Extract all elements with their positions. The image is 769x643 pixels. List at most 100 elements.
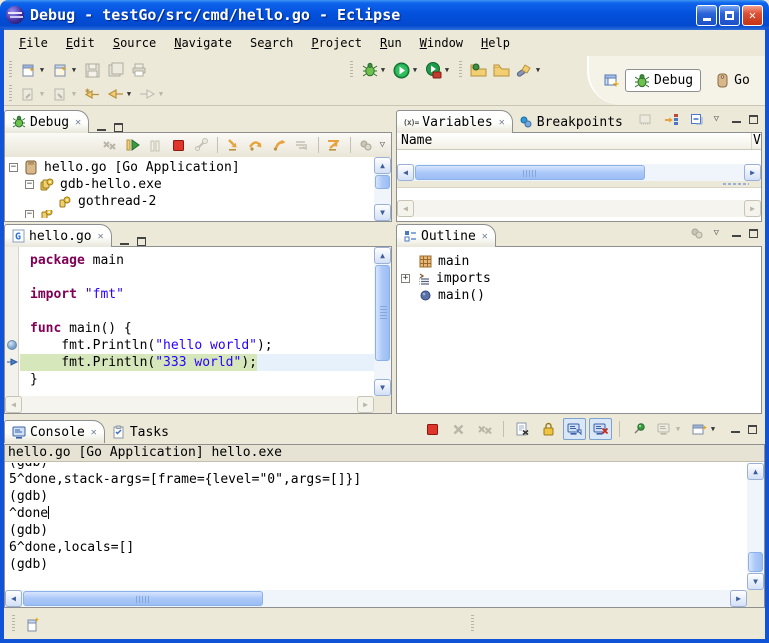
use-step-filters-button[interactable] [323, 134, 346, 156]
forward-button[interactable]: ▼ [136, 83, 168, 105]
toolbar-grip[interactable] [9, 85, 12, 103]
debug-vertical-scrollbar[interactable]: ▲ ▼ [374, 157, 391, 221]
open-folder-button[interactable] [490, 59, 513, 81]
toolbar-grip[interactable] [9, 61, 12, 79]
perspective-debug-button[interactable]: Debug [625, 69, 701, 92]
menu-run[interactable]: Run [371, 33, 411, 53]
menu-search[interactable]: Search [241, 33, 302, 53]
breakpoint-icon[interactable] [7, 340, 17, 350]
dropdown-arrow-icon[interactable]: ▼ [125, 90, 133, 98]
drop-to-frame-button[interactable] [291, 134, 314, 156]
scrollbar-thumb[interactable] [375, 175, 390, 189]
scrollbar-thumb[interactable] [748, 552, 763, 572]
maximize-view-button[interactable] [747, 227, 760, 239]
new-wizard-button[interactable]: ✦▼ [17, 59, 49, 81]
open-task-button[interactable] [467, 59, 490, 81]
console-vertical-scrollbar[interactable]: ▲ ▼ [747, 463, 764, 590]
show-stderr-toggle[interactable] [589, 418, 612, 440]
view-menu-chevron-icon[interactable]: ▽ [378, 140, 387, 150]
dropdown-arrow-icon[interactable]: ▼ [709, 425, 717, 433]
scroll-left-button[interactable]: ◀ [5, 590, 22, 607]
variables-detail-pane[interactable] [397, 187, 761, 200]
editor-vertical-scrollbar[interactable]: ▲ ▼ [374, 247, 391, 396]
dropdown-arrow-icon[interactable]: ▼ [534, 66, 542, 74]
pin-console-button[interactable] [627, 418, 650, 440]
column-header-value[interactable]: V [751, 133, 761, 149]
code-line[interactable]: fmt.Println("333 world"); [20, 354, 374, 371]
breakpoints-tab[interactable]: Breakpoints [513, 110, 631, 133]
menu-project[interactable]: Project [302, 33, 371, 53]
maximize-view-button[interactable] [746, 423, 759, 435]
run-button[interactable]: ▼ [390, 59, 422, 81]
variables-tab[interactable]: (x)= Variables ✕ [396, 110, 513, 133]
scroll-up-button[interactable]: ▲ [747, 463, 764, 480]
minimize-view-button[interactable] [730, 113, 743, 125]
expand-expander-icon[interactable]: + [401, 274, 410, 283]
last-edit-location-button[interactable]: ✱ [81, 83, 104, 105]
menu-edit[interactable]: Edit [57, 33, 104, 53]
code-line[interactable] [20, 303, 374, 320]
show-stdout-toggle[interactable] [563, 418, 586, 440]
menu-help[interactable]: Help [472, 33, 519, 53]
menu-source[interactable]: Source [104, 33, 165, 53]
editor-tab-hello-go[interactable]: G hello.go ✕ [4, 224, 112, 247]
terminate-button[interactable] [167, 134, 190, 156]
close-icon[interactable]: ✕ [482, 231, 488, 242]
external-tools-button[interactable]: ▼ [422, 59, 454, 81]
step-return-button[interactable] [268, 134, 291, 156]
toolbar-grip[interactable] [350, 61, 353, 79]
debug-button[interactable]: ▼ [358, 59, 390, 81]
scrollbar-thumb[interactable] [415, 165, 645, 180]
column-header-name[interactable]: Name [397, 133, 751, 149]
save-all-button[interactable] [104, 59, 127, 81]
remove-all-launches-button[interactable] [473, 418, 496, 440]
debug-view-misc-button[interactable] [355, 134, 378, 156]
editor-annotation-ruler[interactable] [5, 247, 19, 396]
close-icon[interactable]: ✕ [499, 117, 505, 128]
code-line[interactable]: } [20, 371, 374, 388]
scroll-right-button[interactable]: ▶ [730, 590, 747, 607]
close-icon[interactable]: ✕ [98, 231, 104, 242]
scroll-down-button[interactable]: ▼ [374, 379, 391, 396]
scroll-down-button[interactable]: ▼ [374, 204, 391, 221]
back-button[interactable]: ▼ [104, 83, 136, 105]
minimize-view-button[interactable] [730, 227, 743, 239]
open-perspective-icon[interactable]: + [603, 72, 620, 89]
close-icon[interactable]: ✕ [75, 117, 81, 128]
editor-code-area[interactable]: package mainimport "fmt"func main() { fm… [20, 247, 374, 396]
clear-console-button[interactable] [511, 418, 534, 440]
dropdown-arrow-icon[interactable]: ▼ [379, 66, 387, 74]
open-console-button[interactable]: ✦▼ [688, 418, 720, 440]
outline-item-row[interactable]: main() [397, 287, 761, 304]
scroll-right-button[interactable]: ▶ [744, 164, 761, 181]
collapse-all-button[interactable] [686, 108, 709, 130]
scroll-up-button[interactable]: ▲ [374, 157, 391, 174]
fast-view-icon[interactable]: ✦ [24, 615, 41, 632]
console-horizontal-scrollbar[interactable]: ◀ ▶ [5, 590, 747, 607]
code-line[interactable]: fmt.Println("hello world"); [20, 337, 374, 354]
outline-item-row[interactable]: +imports [397, 270, 761, 287]
suspend-button[interactable] [144, 134, 167, 156]
dropdown-arrow-icon[interactable]: ▼ [70, 66, 78, 74]
search-button[interactable]: ▼ [513, 59, 545, 81]
scrollbar-thumb[interactable] [375, 265, 390, 361]
next-annotation-button[interactable]: ▼ [17, 83, 49, 105]
step-into-button[interactable] [222, 134, 245, 156]
save-button[interactable] [81, 59, 104, 81]
console-output[interactable]: (gdb)5^done,stack-args=[frame={level="0"… [6, 463, 747, 590]
tasks-tab[interactable]: Tasks [105, 420, 177, 443]
scroll-down-button[interactable]: ▼ [747, 573, 764, 590]
window-minimize-button[interactable] [696, 5, 717, 26]
variables-horizontal-scrollbar[interactable]: ◀ ▶ [397, 164, 761, 181]
maximize-view-button[interactable] [747, 113, 760, 125]
menu-window[interactable]: Window [411, 33, 472, 53]
perspective-go-button[interactable]: Go [706, 70, 757, 91]
code-line[interactable]: func main() { [20, 320, 374, 337]
debug-tree-row[interactable]: gothread-2 [5, 193, 374, 210]
close-icon[interactable]: ✕ [91, 427, 97, 438]
disconnect-button[interactable] [190, 134, 213, 156]
step-over-button[interactable] [245, 134, 268, 156]
show-logical-structure-button[interactable] [660, 108, 683, 130]
debug-tree-row[interactable]: − [5, 210, 374, 218]
collapse-expander-icon[interactable]: − [25, 180, 34, 189]
